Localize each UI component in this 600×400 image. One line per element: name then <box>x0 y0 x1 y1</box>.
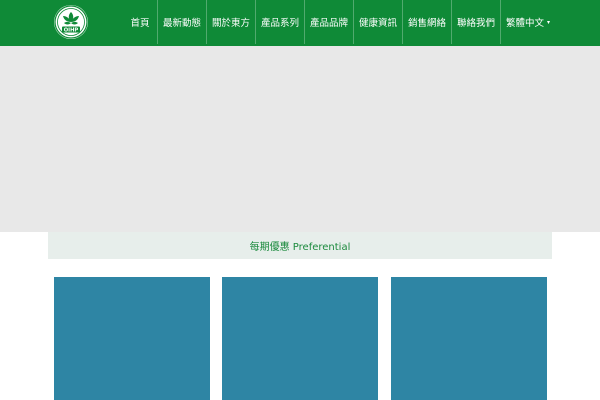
promo-card-3[interactable] <box>391 277 547 400</box>
promo-card-2[interactable] <box>222 277 378 400</box>
nav-item-news[interactable]: 最新動態 <box>157 0 206 44</box>
site-header: OIHP 首頁 最新動態 關於東方 產品系列 產品品牌 健康資訊 銷售網絡 聯絡… <box>0 0 600 46</box>
nav-item-about[interactable]: 關於東方 <box>206 0 255 44</box>
leaf-logo-icon: OIHP <box>54 5 88 39</box>
nav-item-label: 健康資訊 <box>358 18 397 29</box>
section-title: 每期優惠 Preferential <box>249 242 351 253</box>
promo-card-1[interactable] <box>54 277 210 400</box>
nav-item-home[interactable]: 首頁 <box>123 0 157 44</box>
nav-item-label: 銷售網絡 <box>407 18 446 29</box>
logo-text: OIHP <box>64 28 79 34</box>
nav-item-label: 最新動態 <box>162 18 201 29</box>
nav-item-label: 關於東方 <box>211 18 250 29</box>
hero-banner <box>0 46 600 232</box>
chevron-down-icon: ▾ <box>547 18 551 26</box>
nav-item-health-info[interactable]: 健康資訊 <box>353 0 402 44</box>
section-header: 每期優惠 Preferential <box>48 232 552 259</box>
nav-item-label: 繁體中文 <box>505 18 544 29</box>
nav-item-label: 產品系列 <box>260 18 299 29</box>
nav-item-products[interactable]: 產品系列 <box>255 0 304 44</box>
nav-item-sales-network[interactable]: 銷售網絡 <box>402 0 451 44</box>
nav-item-brands[interactable]: 產品品牌 <box>304 0 353 44</box>
nav-item-label: 產品品牌 <box>309 18 348 29</box>
main-nav: 首頁 最新動態 關於東方 產品系列 產品品牌 健康資訊 銷售網絡 聯絡我們 繁體… <box>123 0 555 44</box>
oihp-logo[interactable]: OIHP <box>54 5 88 39</box>
nav-item-label: 首頁 <box>130 18 150 29</box>
nav-item-language[interactable]: 繁體中文 ▾ <box>500 0 555 44</box>
nav-item-contact[interactable]: 聯絡我們 <box>451 0 500 44</box>
nav-item-label: 聯絡我們 <box>456 18 495 29</box>
